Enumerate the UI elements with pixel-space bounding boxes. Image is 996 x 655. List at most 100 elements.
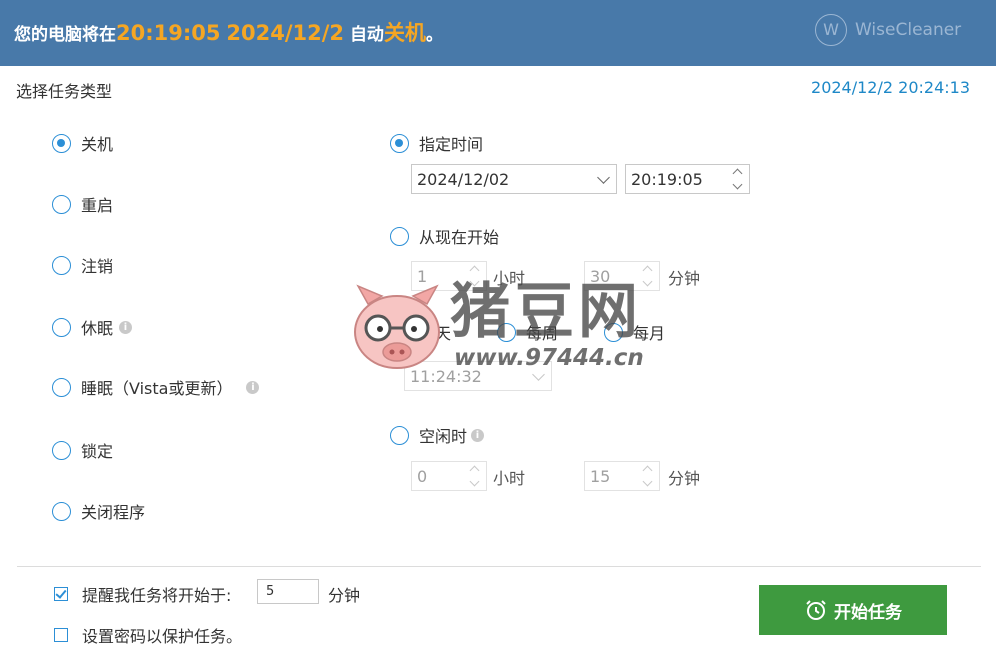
remind-minutes-input[interactable]: 5 [257,579,319,604]
schedule-monthly-option[interactable]: 每月 [604,320,665,344]
option-label: 关机 [81,135,114,154]
spin-buttons[interactable] [730,168,746,190]
checkbox-checked-icon[interactable] [54,587,68,601]
current-time: 2024/12/2 20:24:13 [811,78,970,97]
radio-icon[interactable] [52,255,71,275]
spin-buttons[interactable] [467,265,483,287]
radio-icon[interactable] [52,317,71,337]
idle-minutes-stepper[interactable]: 15 [584,461,660,491]
date-value: 2024/12/02 [417,169,510,189]
message-suffix: 。 [425,25,443,45]
option-label: 每月 [633,324,666,343]
idle-hours-stepper[interactable]: 0 [411,461,487,491]
option-label: 睡眠（Vista或更新） [81,379,233,398]
option-label: 休眠 [81,319,114,338]
hours-unit: 小时 [493,269,526,288]
remind-unit: 分钟 [328,586,361,605]
hours-unit: 小时 [493,469,526,488]
message-prefix: 您的电脑将在 [14,25,116,45]
chevron-up-icon[interactable] [469,465,480,476]
scheduled-date: 2024/12/2 [226,21,345,45]
task-hibernate-option[interactable]: 休眠 i [52,315,133,339]
wisecleaner-brand[interactable]: W WiseCleaner [815,14,961,46]
remind-checkbox-row[interactable]: 提醒我任务将开始于: [54,582,231,606]
radio-icon[interactable] [390,425,409,445]
option-label: 关闭程序 [81,503,146,522]
chevron-down-icon[interactable] [642,276,653,287]
radio-checked-icon[interactable] [52,133,71,153]
alarm-clock-icon [806,600,826,620]
option-label: 锁定 [81,442,114,461]
chevron-up-icon[interactable] [642,465,653,476]
task-restart-option[interactable]: 重启 [52,192,113,216]
time-stepper[interactable]: 20:19:05 [625,164,750,194]
periodic-time-value: 11:24:32 [410,366,482,386]
chevron-down-icon[interactable] [597,171,610,184]
schedule-weekly-option[interactable]: 每周 [497,320,558,344]
chevron-down-icon[interactable] [469,276,480,287]
chevron-up-icon[interactable] [642,265,653,276]
schedule-specified-time-option[interactable]: 指定时间 [390,131,483,155]
minutes-unit: 分钟 [668,469,701,488]
option-label: 重启 [81,196,114,215]
from-now-hours-stepper[interactable]: 1 [411,261,487,291]
chevron-down-icon[interactable] [642,476,653,487]
option-label: 每周 [526,324,559,343]
info-icon[interactable]: i [119,320,133,334]
section-title: 选择任务类型 [16,82,113,101]
chevron-down-icon[interactable] [532,368,545,381]
radio-icon[interactable] [390,226,409,246]
minutes-unit: 分钟 [668,269,701,288]
radio-icon[interactable] [390,322,409,342]
schedule-idle-option[interactable]: 空闲时 i [390,423,485,447]
chevron-down-icon[interactable] [732,179,743,190]
hours-value: 1 [417,266,428,286]
radio-icon[interactable] [52,501,71,521]
wisecleaner-logo-icon: W [815,14,847,46]
option-label: 从现在开始 [419,228,500,247]
spin-buttons[interactable] [640,465,656,487]
info-icon[interactable]: i [471,428,485,442]
start-button-label: 开始任务 [834,602,902,623]
radio-icon[interactable] [497,322,516,342]
option-label: 每天 [419,324,452,343]
scheduled-time: 20:19:05 [116,21,221,45]
schedule-daily-option[interactable]: 每天 [390,320,451,344]
shutdown-message: 您的电脑将在20:19:05 2024/12/2 自动关机。 [14,17,443,47]
remind-label: 提醒我任务将开始于: [82,586,232,605]
radio-icon[interactable] [604,322,623,342]
option-label: 指定时间 [419,135,484,154]
date-picker[interactable]: 2024/12/02 [411,164,617,194]
option-label: 空闲时 [419,427,468,446]
task-close-program-option[interactable]: 关闭程序 [52,499,145,523]
message-middle: 自动 [349,25,384,45]
scheduled-action: 关机 [383,21,426,45]
password-checkbox-row[interactable]: 设置密码以保护任务。 [54,623,242,647]
checkbox-icon[interactable] [54,628,68,642]
minutes-value: 30 [590,266,611,286]
start-task-button[interactable]: 开始任务 [759,585,947,635]
notification-header: 您的电脑将在20:19:05 2024/12/2 自动关机。 W WiseCle… [0,0,996,66]
task-lock-option[interactable]: 锁定 [52,438,113,462]
time-value: 20:19:05 [631,169,703,189]
hours-value: 0 [417,466,428,486]
chevron-up-icon[interactable] [469,265,480,276]
radio-icon[interactable] [52,194,71,214]
chevron-up-icon[interactable] [732,168,743,179]
info-icon[interactable]: i [246,380,260,394]
periodic-time-picker[interactable]: 11:24:32 [404,361,552,391]
radio-icon[interactable] [52,377,71,397]
spin-buttons[interactable] [640,265,656,287]
footer-divider [17,566,981,567]
chevron-down-icon[interactable] [469,476,480,487]
task-sleep-option[interactable]: 睡眠（Vista或更新） i [52,375,260,399]
option-label: 注销 [81,257,114,276]
radio-checked-icon[interactable] [390,133,409,153]
task-logoff-option[interactable]: 注销 [52,253,113,277]
task-shutdown-option[interactable]: 关机 [52,131,113,155]
spin-buttons[interactable] [467,465,483,487]
password-label: 设置密码以保护任务。 [82,627,243,646]
from-now-minutes-stepper[interactable]: 30 [584,261,660,291]
schedule-from-now-option[interactable]: 从现在开始 [390,224,499,248]
radio-icon[interactable] [52,440,71,460]
